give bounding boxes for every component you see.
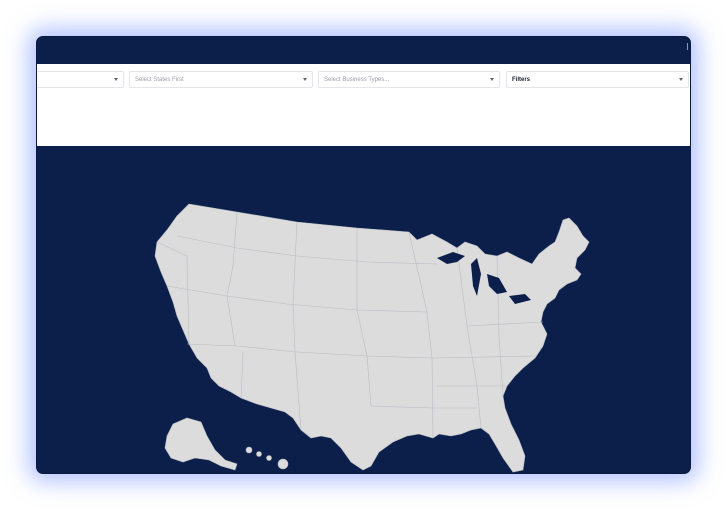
filters-dropdown[interactable]: Filters — [506, 71, 689, 88]
business-types-placeholder: Select Business Types... — [324, 76, 390, 83]
app-window: Select States First Select Business Type… — [36, 36, 691, 474]
business-types-dropdown[interactable]: Select Business Types... — [318, 71, 500, 88]
topbar-indicator — [687, 43, 688, 50]
states-dropdown[interactable]: Select States First — [129, 71, 313, 88]
first-dropdown[interactable] — [37, 71, 124, 88]
us-mainland[interactable] — [154, 203, 590, 473]
chevron-down-icon — [303, 78, 307, 81]
hawaii[interactable] — [245, 446, 289, 470]
filters-dropdown-label: Filters — [512, 76, 531, 83]
us-map[interactable] — [37, 146, 691, 474]
chevron-down-icon — [490, 78, 494, 81]
chevron-down-icon — [679, 78, 683, 81]
states-dropdown-placeholder: Select States First — [135, 76, 184, 83]
map-area — [37, 146, 691, 474]
chevron-down-icon — [114, 78, 118, 81]
top-bar — [37, 37, 690, 64]
filter-panel: Select States First Select Business Type… — [37, 64, 690, 146]
alaska[interactable] — [164, 417, 238, 471]
